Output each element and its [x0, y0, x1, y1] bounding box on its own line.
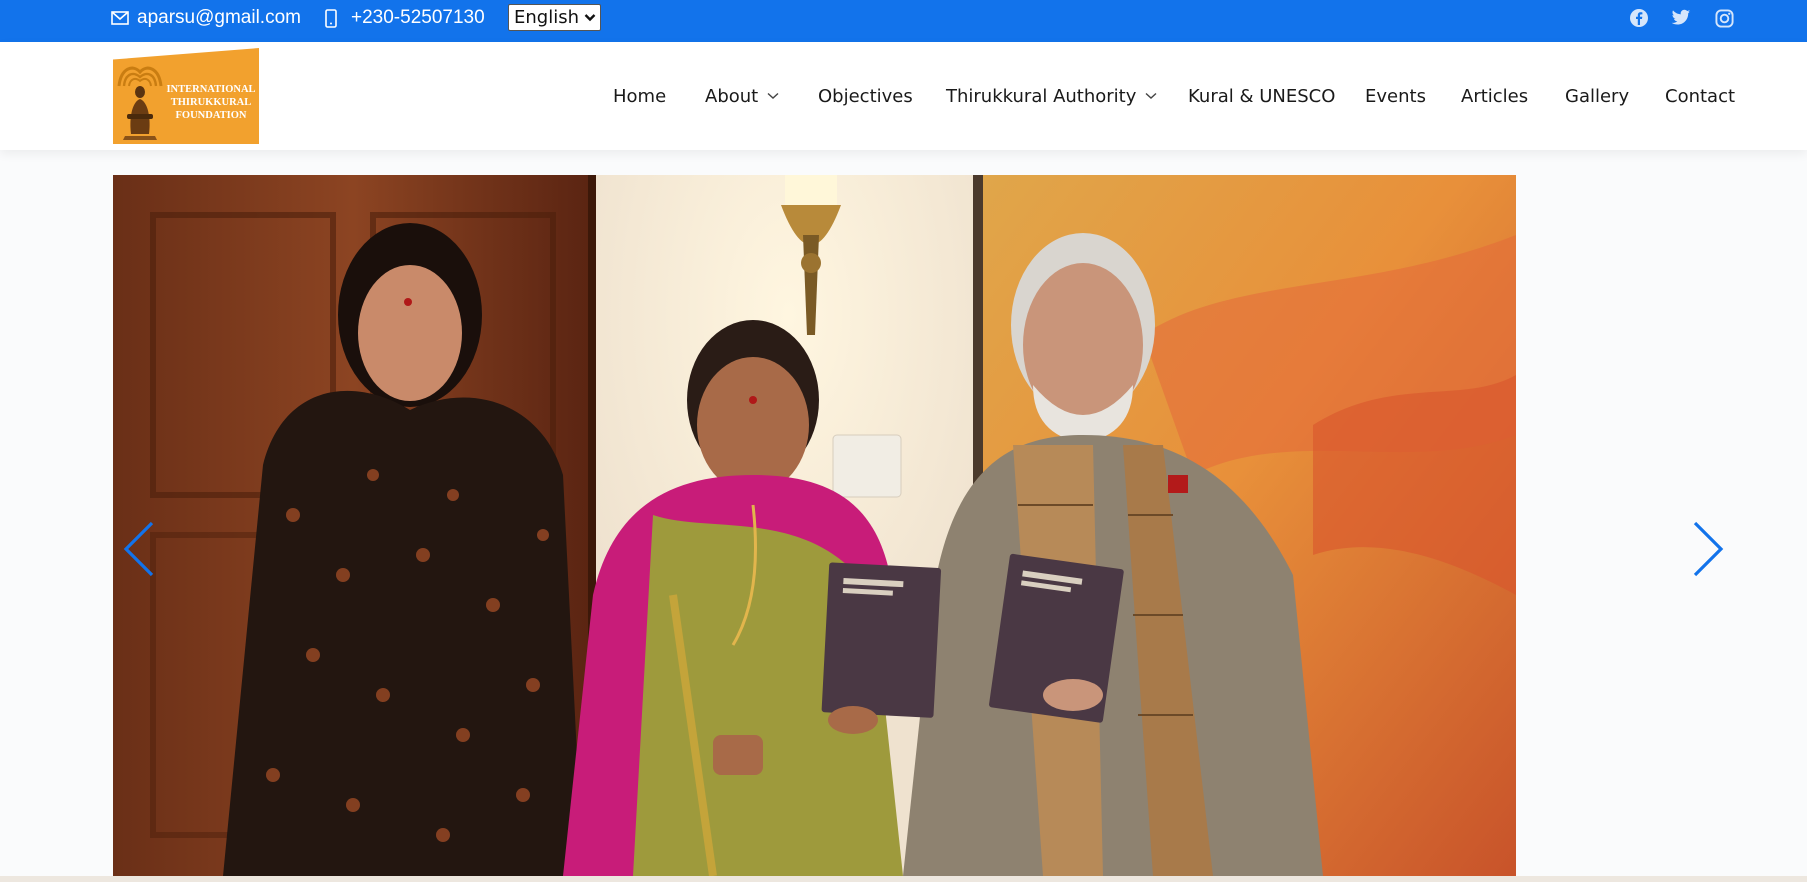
- site-header: INTERNATIONAL THIRUKKURAL FOUNDATION Hom…: [0, 42, 1807, 150]
- nav-label[interactable]: Gallery: [1565, 86, 1629, 107]
- phone-text[interactable]: +230-52507130: [351, 7, 485, 29]
- chevron-left-icon[interactable]: [122, 519, 162, 579]
- phone-icon: [325, 8, 337, 28]
- chevron-down-icon: [1145, 92, 1157, 99]
- nav-item-articles[interactable]: Articles: [1461, 42, 1528, 150]
- nav-item-gallery[interactable]: Gallery: [1565, 42, 1629, 150]
- nav-item-home[interactable]: Home: [613, 42, 666, 150]
- nav-label[interactable]: About: [705, 86, 758, 107]
- email-contact[interactable]: aparsu@gmail.com: [111, 0, 301, 36]
- page-bottom-strip: [0, 876, 1807, 882]
- nav-item-objectives[interactable]: Objectives: [818, 42, 913, 150]
- nav-label[interactable]: Objectives: [818, 86, 913, 107]
- email-text[interactable]: aparsu@gmail.com: [137, 7, 301, 29]
- envelope-icon: [111, 11, 129, 25]
- twitter-icon[interactable]: [1670, 7, 1692, 29]
- nav-item-events[interactable]: Events: [1365, 42, 1426, 150]
- phone-contact[interactable]: +230-52507130: [325, 0, 485, 36]
- nav-item-thirukkural-authority[interactable]: Thirukkural Authority: [946, 42, 1157, 150]
- nav-label[interactable]: Events: [1365, 86, 1426, 107]
- nav-label[interactable]: Contact: [1665, 86, 1735, 107]
- nav-label[interactable]: Kural & UNESCO: [1188, 86, 1335, 107]
- slide-photo-illustration: [113, 175, 1516, 876]
- facebook-icon[interactable]: [1628, 7, 1650, 29]
- thiruvalluvar-emblem-icon: [117, 66, 163, 140]
- nav-label[interactable]: Home: [613, 86, 666, 107]
- site-logo[interactable]: INTERNATIONAL THIRUKKURAL FOUNDATION: [113, 48, 259, 144]
- chevron-down-icon: [767, 92, 779, 99]
- chevron-right-icon[interactable]: [1685, 519, 1725, 579]
- nav-item-contact[interactable]: Contact: [1665, 42, 1735, 150]
- language-selected: English: [514, 7, 579, 28]
- logo-line-3: FOUNDATION: [175, 110, 247, 121]
- top-bar: aparsu@gmail.com +230-52507130 English: [0, 0, 1807, 42]
- nav-label[interactable]: Articles: [1461, 86, 1528, 107]
- nav-label[interactable]: Thirukkural Authority: [946, 86, 1136, 107]
- hero-slider: [0, 150, 1807, 876]
- chevron-down-icon: [584, 14, 596, 22]
- language-select[interactable]: English: [508, 4, 601, 31]
- nav-item-about[interactable]: About: [705, 42, 779, 150]
- logo-line-1: INTERNATIONAL: [166, 84, 256, 95]
- nav-item-kural-unesco[interactable]: Kural & UNESCO: [1188, 42, 1335, 150]
- logo-text: INTERNATIONAL THIRUKKURAL FOUNDATION: [163, 83, 259, 122]
- logo-line-2: THIRUKKURAL: [170, 97, 252, 108]
- slide-photo: [113, 175, 1516, 876]
- instagram-icon[interactable]: [1713, 7, 1735, 29]
